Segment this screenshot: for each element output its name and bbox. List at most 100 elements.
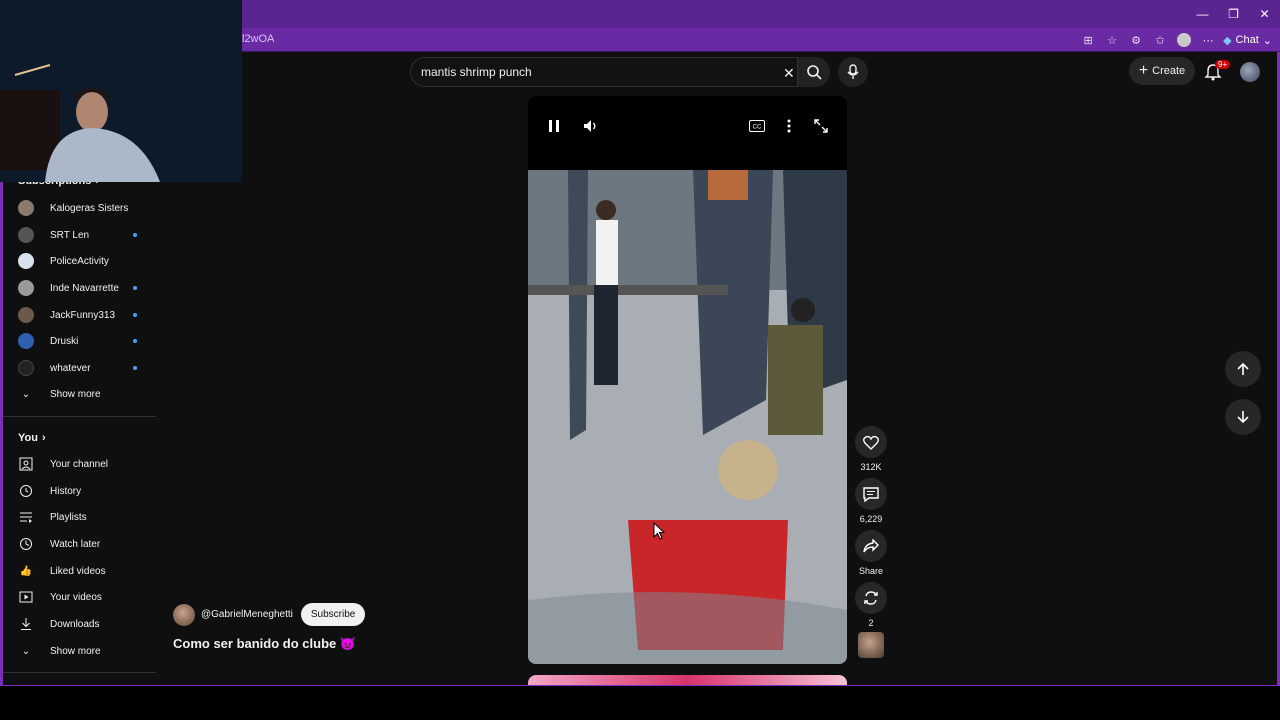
sidebar-item-your-videos[interactable]: Your videos [18,585,143,609]
create-label: Create [1152,65,1186,77]
subscription-item[interactable]: Druski [18,329,143,353]
chevron-down-icon: ⌄ [21,388,31,400]
next-short-button[interactable] [1225,399,1261,435]
sidebar-item-downloads[interactable]: Downloads [18,612,143,636]
person-box-icon [18,456,34,472]
comment-count: 6,229 [859,514,883,524]
plus-icon: + [1138,62,1149,79]
show-more-subscriptions[interactable]: ⌄ Show more [18,382,143,406]
pause-icon [549,120,559,132]
create-button[interactable]: + Create [1129,57,1195,85]
clear-search-icon[interactable]: ✕ [783,65,795,82]
channel-info: @GabrielMeneghetti Subscribe [173,603,366,626]
channel-avatar [18,307,34,323]
share-icon [863,539,879,553]
comments-button[interactable] [855,478,887,510]
like-button[interactable] [855,426,887,458]
channel-avatar [18,227,34,243]
extensions-icon[interactable]: ⚙ [1127,31,1145,49]
notification-badge: 9+ [1215,60,1231,69]
browser-toolbar: ⊞ ☆ ⚙ ✩ ⋯ ◆ Chat ⌄ [1079,30,1272,50]
favorite-star-icon[interactable]: ☆ [1103,31,1121,49]
remix-button[interactable] [855,582,887,614]
history-icon [18,483,34,499]
captions-button[interactable]: CC [743,112,771,140]
split-screen-icon[interactable]: ⊞ [1079,31,1097,49]
voice-search-button[interactable] [838,57,868,87]
chevron-down-icon: ⌄ [21,645,31,657]
previous-short-button[interactable] [1225,351,1261,387]
sidebar-item-your-channel[interactable]: Your channel [18,452,143,476]
like-count: 312K [860,462,882,472]
webcam-feed [0,0,242,182]
url-text[interactable]: l2wOA [242,33,274,45]
video-frame[interactable] [528,170,847,664]
sidebar-item-history[interactable]: History [18,479,143,503]
share-label: Share [858,566,884,576]
volume-button[interactable] [577,112,605,140]
fullscreen-icon[interactable] [807,112,835,140]
search-button[interactable] [798,57,830,87]
thumbs-up-icon: 👍 [19,565,33,577]
audio-thumbnail[interactable] [858,632,884,658]
you-heading[interactable]: You › [18,432,46,444]
video-scene [528,170,847,664]
more-options-icon[interactable] [775,112,803,140]
new-content-dot [133,286,137,290]
sidebar-item-playlists[interactable]: Playlists [18,505,143,529]
svg-text:CC: CC [753,125,762,131]
sidebar-item-watch-later[interactable]: Watch later [18,532,143,556]
window-controls: — ❐ ✕ [1187,0,1280,28]
share-button[interactable] [855,530,887,562]
search-query[interactable]: mantis shrimp punch [421,65,532,79]
channel-avatar [18,253,34,269]
profile-icon[interactable] [1175,31,1193,49]
subscription-item[interactable]: Inde Navarrette [18,276,143,300]
subscribe-button[interactable]: Subscribe [300,603,366,626]
search-input[interactable]: mantis shrimp punch ✕ [410,57,798,87]
channel-handle[interactable]: @GabrielMeneghetti [201,609,293,620]
channel-avatar[interactable] [173,603,195,626]
subscription-item[interactable]: whatever [18,356,143,380]
subscription-item[interactable]: Kalogeras Sisters [18,196,143,220]
sidebar-item-liked-videos[interactable]: 👍 Liked videos [18,559,143,583]
video-icon [18,589,34,605]
new-content-dot [133,313,137,317]
mouse-cursor-icon [653,522,665,540]
channel-avatar [18,280,34,296]
letterbox-bar [0,686,1280,720]
arrow-up-icon [1237,362,1249,375]
microphone-icon [847,64,859,79]
subscription-item[interactable]: PoliceActivity [18,249,143,273]
channel-avatar [18,200,34,216]
minimize-icon[interactable]: — [1187,0,1218,28]
show-more-you[interactable]: ⌄ Show more [18,639,143,663]
chat-label: Chat [1235,34,1259,46]
shorts-player[interactable]: CC [528,96,847,664]
volume-icon [584,120,596,132]
chevron-down-icon: ⌄ [1262,34,1272,47]
arrow-down-icon [1237,411,1249,424]
channel-avatar [18,360,34,376]
new-content-dot [133,366,137,370]
short-title: Como ser banido do clube 😈 [173,636,357,651]
captions-icon: CC [749,120,765,132]
more-menu-icon[interactable]: ⋯ [1199,31,1217,49]
remix-count: 2 [868,618,874,628]
close-window-icon[interactable]: ✕ [1249,0,1280,28]
new-content-dot [133,339,137,343]
user-avatar[interactable] [1240,62,1260,82]
favorites-icon[interactable]: ✩ [1151,31,1169,49]
chevron-right-icon: › [41,432,46,444]
new-content-dot [133,233,137,237]
heart-icon [863,435,879,450]
subscription-item[interactable]: JackFunny313 [18,303,143,327]
pause-button[interactable] [540,112,568,140]
subscription-item[interactable]: SRT Len [18,223,143,247]
search-icon [807,65,822,80]
restore-icon[interactable]: ❐ [1218,0,1249,28]
sidebar-divider [3,416,156,417]
copilot-chat-button[interactable]: ◆ Chat ⌄ [1223,34,1272,47]
download-icon [18,616,34,632]
sidebar-divider [3,672,156,673]
